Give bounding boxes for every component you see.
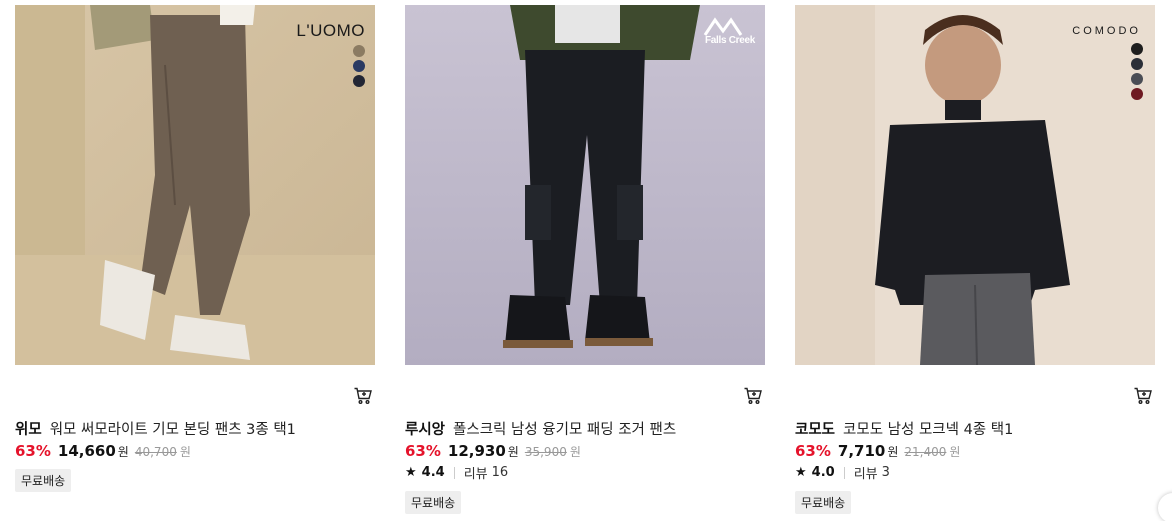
rating-value: 4.4 [421, 465, 445, 480]
brand-name: 루시앙 [405, 422, 446, 438]
rating-row: ★ 4.4 리뷰 16 [405, 463, 508, 482]
discount-rate: 63% [15, 442, 51, 460]
color-swatch [1131, 58, 1143, 70]
sale-price: 14,660 [57, 442, 116, 460]
brand-logo: L'UOMO [296, 21, 365, 40]
original-price: 40,700 [134, 445, 177, 459]
product-title[interactable]: 루시앙 폴스크릭 남성 융기모 패딩 조거 팬츠 [405, 418, 676, 439]
original-price: 21,400 [904, 445, 947, 459]
price-row: 63% 14,660 원 40,700 원 [15, 442, 191, 460]
review-label: 리뷰 [853, 467, 878, 482]
star-icon: ★ [405, 465, 417, 480]
color-swatch [1131, 88, 1143, 100]
color-swatches [353, 45, 365, 87]
color-swatch [353, 60, 365, 72]
add-to-cart-button[interactable] [1133, 386, 1153, 406]
sale-price: 7,710 [837, 442, 886, 460]
divider [843, 466, 845, 479]
brand-logo: Falls Creek [703, 15, 757, 46]
add-to-cart-button[interactable] [353, 386, 373, 406]
color-swatch [353, 75, 365, 87]
price-row: 63% 12,930 원 35,900 원 [405, 442, 581, 460]
color-swatch [1131, 73, 1143, 85]
price-unit: 원 [887, 445, 899, 459]
product-name: 워모 써모라이트 기모 본딩 팬츠 3종 택1 [49, 422, 296, 438]
price-unit: 원 [117, 445, 129, 459]
product-image[interactable]: Falls Creek [405, 5, 765, 365]
product-card[interactable]: Falls Creek 루시앙 폴스크릭 남성 융기모 패딩 조거 팬츠 63% … [405, 0, 765, 521]
original-price-unit: 원 [949, 445, 961, 459]
free-shipping-badge: 무료배송 [795, 491, 852, 514]
product-card[interactable]: L'UOMO 위모 워모 써모라이트 기모 본딩 팬츠 3종 택1 63% 14,… [15, 0, 375, 521]
product-title[interactable]: 코모도 코모도 남성 모크넥 4종 택1 [795, 418, 1013, 439]
discount-rate: 63% [405, 442, 441, 460]
original-price-unit: 원 [569, 445, 581, 459]
original-price: 35,900 [524, 445, 567, 459]
product-name: 코모도 남성 모크넥 4종 택1 [843, 422, 1014, 438]
add-to-cart-button[interactable] [743, 386, 763, 406]
original-price-unit: 원 [179, 445, 191, 459]
review-count: 3 [881, 465, 890, 480]
price-row: 63% 7,710 원 21,400 원 [795, 442, 960, 460]
product-name: 폴스크릭 남성 융기모 패딩 조거 팬츠 [453, 422, 677, 438]
color-swatches [1131, 43, 1143, 100]
cart-icon [744, 387, 762, 404]
cart-icon [354, 387, 372, 404]
product-image[interactable]: L'UOMO [15, 5, 375, 365]
product-card[interactable]: COMODO 코모도 코모도 남성 모크넥 4종 택1 63% 7,710 원 2… [795, 0, 1155, 521]
review-label: 리뷰 [463, 467, 488, 482]
discount-rate: 63% [795, 442, 831, 460]
free-shipping-badge: 무료배송 [405, 491, 462, 514]
cart-icon [1134, 387, 1152, 404]
product-title[interactable]: 위모 워모 써모라이트 기모 본딩 팬츠 3종 택1 [15, 418, 296, 439]
color-swatch [353, 45, 365, 57]
color-swatch [1131, 43, 1143, 55]
star-icon: ★ [795, 465, 807, 480]
review-count: 16 [491, 465, 509, 480]
carousel-next-button[interactable] [1158, 493, 1172, 521]
brand-name: 위모 [15, 422, 42, 438]
mountain-logo-icon [703, 17, 743, 36]
brand-name: 코모도 [795, 422, 836, 438]
divider [453, 466, 455, 479]
brand-logo: COMODO [1072, 25, 1141, 37]
product-image[interactable]: COMODO [795, 5, 1155, 365]
rating-row: ★ 4.0 리뷰 3 [795, 463, 890, 482]
sale-price: 12,930 [447, 442, 506, 460]
free-shipping-badge: 무료배송 [15, 469, 72, 492]
rating-value: 4.0 [811, 465, 835, 480]
price-unit: 원 [507, 445, 519, 459]
